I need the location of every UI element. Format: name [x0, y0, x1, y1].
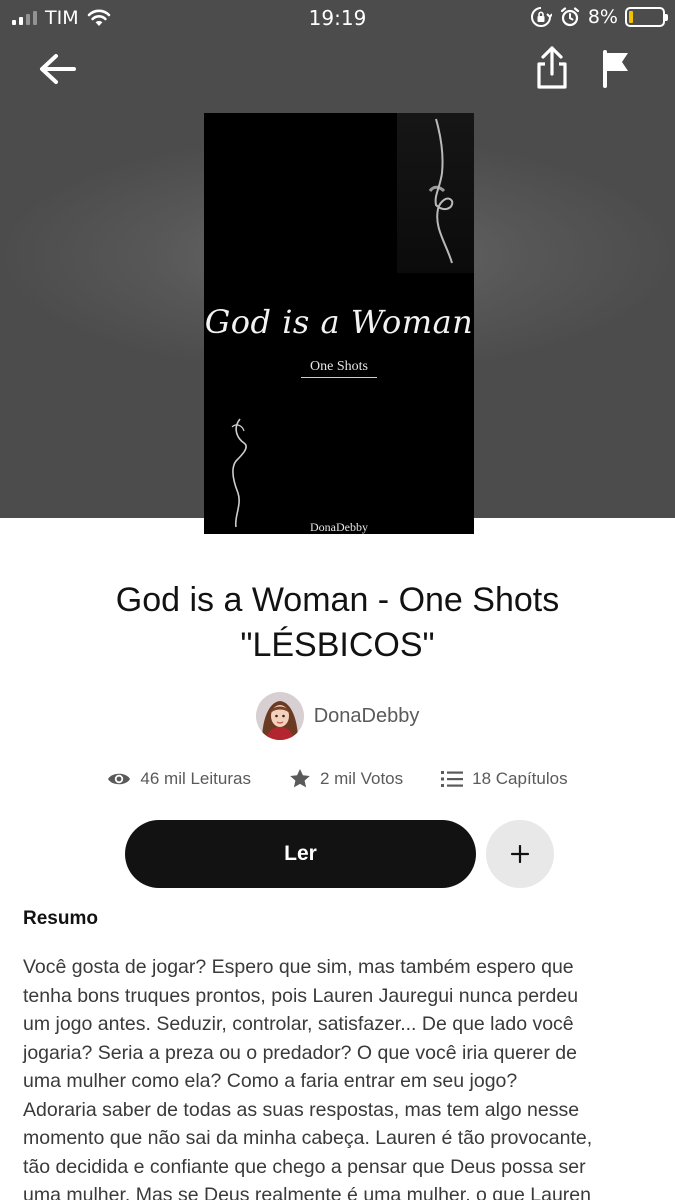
- cover-silhouette-bottom: [231, 418, 247, 528]
- alarm-icon: [560, 7, 579, 27]
- battery-percent: 8%: [587, 6, 618, 28]
- status-right: 8%: [530, 6, 668, 28]
- read-button[interactable]: Ler: [125, 820, 476, 888]
- author-name[interactable]: DonaDebby: [314, 705, 420, 728]
- cover-title: God is a Woman: [204, 303, 474, 341]
- cover-author: DonaDebby: [310, 520, 368, 534]
- status-bar: TIM 19:19 8%: [0, 0, 675, 36]
- votes-count: 2 mil Votos: [319, 768, 404, 788]
- cover-subtitle: One Shots: [310, 359, 368, 374]
- chapters-stat: 18 Capítulos: [441, 768, 568, 789]
- summary-line: tão decidida e confiante que chego a pen…: [23, 1155, 586, 1178]
- summary-line: uma mulher como ela? Como a faria entrar…: [23, 1070, 518, 1092]
- eye-icon: [108, 773, 131, 784]
- cover-divider: [301, 377, 377, 378]
- story-stats: 46 mil Leituras 2 mil Votos 18 Capítulos: [0, 768, 675, 789]
- rotation-lock-icon: [530, 7, 552, 27]
- reads-stat: 46 mil Leituras: [107, 769, 251, 789]
- summary-text: Você gosta de jogar? Espero que sim, mas…: [23, 953, 653, 1200]
- reads-count: 46 mil Leituras: [140, 768, 251, 788]
- avatar[interactable]: [255, 692, 304, 740]
- summary-heading: Resumo: [23, 908, 98, 929]
- add-to-library-button[interactable]: [486, 820, 554, 888]
- book-cover[interactable]: God is a Woman One Shots DonaDebby: [204, 113, 474, 534]
- summary-line: momento que não sai da minha cabeça. Lau…: [23, 1127, 593, 1149]
- summary-line: jogaria? Seria a preza ou o predador? O …: [23, 1041, 577, 1064]
- chapters-count: 18 Capítulos: [472, 768, 568, 788]
- star-icon: [290, 769, 310, 788]
- summary-line: Você gosta de jogar? Espero que sim, mas…: [23, 956, 574, 978]
- share-button[interactable]: [530, 44, 574, 92]
- author-row[interactable]: DonaDebby: [0, 692, 675, 740]
- summary-line: uma mulher. Mas se Deus realmente é uma …: [23, 1184, 591, 1200]
- story-title: God is a Woman - One Shots "LÉSBICOS": [40, 578, 635, 668]
- votes-stat: 2 mil Votos: [289, 768, 403, 789]
- back-button[interactable]: [36, 50, 80, 88]
- story-title-line: God is a Woman - One Shots: [115, 581, 560, 619]
- summary-line: Adoraria saber de todas as suas resposta…: [23, 1098, 580, 1121]
- arrow-left-icon: [40, 54, 76, 84]
- cover-silhouette-top: [428, 118, 454, 264]
- avatar-image: [255, 692, 304, 740]
- summary-line: um jogo antes. Seduzir, controlar, satis…: [23, 1013, 574, 1035]
- plus-icon: [510, 844, 530, 864]
- summary-line: tenha bons truques prontos, pois Lauren …: [23, 984, 579, 1007]
- share-icon: [537, 46, 567, 89]
- report-button[interactable]: [596, 48, 636, 90]
- battery-icon: [625, 7, 668, 27]
- flag-icon: [603, 50, 628, 88]
- list-icon: [441, 770, 464, 787]
- story-title-line: "LÉSBICOS": [240, 626, 435, 664]
